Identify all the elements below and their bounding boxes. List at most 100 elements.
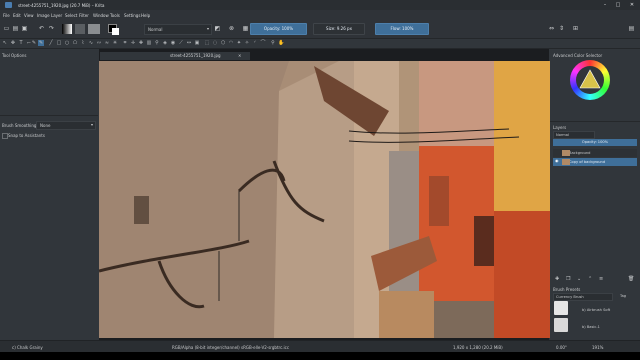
move-layer-up-icon[interactable]: ⌃ (588, 276, 592, 282)
polygon-select-icon[interactable]: ⬡ (220, 40, 226, 46)
colorize-mask-icon[interactable]: ◈ (162, 40, 168, 46)
brush-preset-name[interactable]: b) Basic-1 (582, 325, 600, 329)
mirror-vertical-icon[interactable]: ⇕ (558, 25, 565, 32)
line-tool-icon[interactable]: ╱ (48, 40, 54, 46)
measure-tool-icon[interactable]: ↔ (186, 40, 192, 46)
size-slider[interactable]: Size: 9.26 px (313, 23, 365, 35)
zoom-tool-icon[interactable]: ⚲ (270, 40, 276, 46)
minimize-button[interactable]: – (600, 2, 610, 8)
rect-select-icon[interactable]: ⬚ (204, 40, 210, 46)
size-value: Size: 9.26 px (326, 26, 352, 31)
blend-mode-select[interactable]: Normal ▾ (144, 24, 212, 35)
multibrush-icon[interactable]: ✳ (112, 40, 118, 46)
mirror-horizontal-icon[interactable]: ⇔ (548, 25, 555, 32)
color-triangle[interactable] (579, 69, 601, 91)
layer-blend-select[interactable]: Normal (553, 131, 595, 139)
layer-opacity-slider[interactable]: Opacity: 100% (553, 139, 637, 146)
blend-mode-value: Normal (148, 27, 163, 32)
maximize-button[interactable]: □ (613, 2, 623, 8)
preset-filter-value: Currency Brush (556, 295, 584, 299)
menu-edit[interactable]: Edit (13, 13, 21, 18)
bezier-tool-icon[interactable]: ∿ (88, 40, 94, 46)
gradient-tool-icon[interactable]: ▥ (146, 40, 152, 46)
move-tool-icon[interactable]: ✛ (130, 40, 136, 46)
polygon-tool-icon[interactable]: ⬠ (72, 40, 78, 46)
status-zoom[interactable]: 191% (592, 345, 603, 350)
flow-slider[interactable]: Flow: 100% (375, 23, 429, 35)
preset-filter-select[interactable]: Currency Brush (553, 293, 613, 301)
document-tab[interactable]: street-4255751_1920.jpg (100, 52, 250, 60)
gradient-swatch[interactable] (62, 24, 72, 34)
brush-smoothing-select[interactable]: None ▾ (36, 121, 96, 130)
text-tool-icon[interactable]: T (18, 40, 24, 46)
eraser-mode-icon[interactable]: ◩ (214, 25, 221, 32)
freehand-select-icon[interactable]: ◠ (228, 40, 234, 46)
panel-divider (0, 115, 98, 116)
menu-window[interactable]: Window (93, 13, 109, 18)
layer-properties-icon[interactable]: ≡ (599, 276, 603, 282)
similar-select-icon[interactable]: ✧ (244, 40, 250, 46)
save-icon[interactable]: ▣ (21, 25, 28, 32)
menu-settings[interactable]: Settings (124, 13, 140, 18)
brush-preset-swatch[interactable] (88, 24, 100, 34)
brush-preset-thumbnail (554, 318, 568, 332)
menu-help[interactable]: Help (141, 13, 150, 18)
status-rotation[interactable]: 0.00° (556, 345, 567, 350)
layer-thumbnail (562, 159, 570, 165)
color-sampler-icon[interactable]: ⚲ (154, 40, 160, 46)
reload-preset-icon[interactable]: ⊗ (228, 25, 235, 32)
menu-layer[interactable]: Layer (51, 13, 62, 18)
pan-tool-icon[interactable]: ✋ (278, 40, 284, 46)
brush-tool-icon[interactable]: ✎ (38, 40, 44, 46)
preserve-alpha-icon[interactable]: ▦ (242, 25, 249, 32)
polyline-tool-icon[interactable]: ⌇ (80, 40, 86, 46)
wrap-around-icon[interactable]: ⊞ (572, 25, 579, 32)
layer-name: Copy of background (569, 160, 606, 164)
duplicate-layer-icon[interactable]: ❐ (566, 276, 570, 282)
background-color-swatch[interactable] (112, 28, 119, 35)
calligraphy-icon[interactable]: ✎ (31, 40, 37, 46)
fill-tool-icon[interactable]: ◉ (170, 40, 176, 46)
canvas-photo[interactable] (99, 61, 550, 338)
transform-tool-icon[interactable]: ✥ (10, 40, 16, 46)
menu-view[interactable]: View (24, 13, 34, 18)
ellipse-tool-icon[interactable]: ○ (64, 40, 70, 46)
color-wheel[interactable] (570, 60, 610, 100)
magnetic-select-icon[interactable]: ⌒ (260, 40, 266, 46)
select-tool-icon[interactable]: ↖ (2, 40, 8, 46)
close-button[interactable]: ✕ (627, 2, 637, 8)
status-tool: c) Chalk Grainy (12, 345, 43, 350)
menu-tools[interactable]: Tools (110, 13, 120, 18)
dynamic-brush-icon[interactable]: ≈ (104, 40, 110, 46)
menu-file[interactable]: File (3, 13, 10, 18)
menu-select[interactable]: Select (65, 13, 77, 18)
move-layer-down-icon[interactable]: ⌄ (577, 276, 581, 282)
preset-tag-button[interactable]: Tag (620, 294, 626, 298)
menu-image[interactable]: Image (37, 13, 50, 18)
tab-close-icon[interactable]: ✕ (238, 53, 241, 58)
reference-tool-icon[interactable]: ▣ (194, 40, 200, 46)
brush-preset-name[interactable]: b) Airbrush Soft (582, 308, 610, 312)
smart-patch-icon[interactable]: ✚ (138, 40, 144, 46)
undo-icon[interactable]: ↶ (38, 25, 45, 32)
crop-tool-icon[interactable]: ⌗ (122, 40, 128, 46)
workspace-icon[interactable]: ▤ (628, 25, 635, 32)
pattern-swatch[interactable] (75, 24, 85, 34)
freehand-path-icon[interactable]: ∾ (96, 40, 102, 46)
eye-icon[interactable]: ◉ (555, 158, 559, 163)
bezier-select-icon[interactable]: ◜ (252, 40, 258, 46)
redo-icon[interactable]: ↷ (48, 25, 55, 32)
open-document-icon[interactable]: ▤ (12, 25, 19, 32)
add-layer-icon[interactable]: ✚ (555, 276, 559, 282)
rectangle-tool-icon[interactable]: □ (56, 40, 62, 46)
new-document-icon[interactable]: ▭ (3, 25, 10, 32)
delete-layer-icon[interactable]: 🗑 (628, 276, 634, 282)
opacity-slider[interactable]: Opacity: 100% (250, 23, 307, 35)
contiguous-select-icon[interactable]: ✦ (236, 40, 242, 46)
ellipse-select-icon[interactable]: ◌ (212, 40, 218, 46)
layers-title: Layers (553, 125, 567, 130)
menu-filter[interactable]: Filter (79, 13, 89, 18)
status-color-info: RGB/Alpha (8-bit integer/channel) sRGB-e… (172, 345, 290, 350)
brush-preset-thumbnail (554, 301, 568, 315)
assistant-tool-icon[interactable]: ⟋ (178, 40, 184, 46)
